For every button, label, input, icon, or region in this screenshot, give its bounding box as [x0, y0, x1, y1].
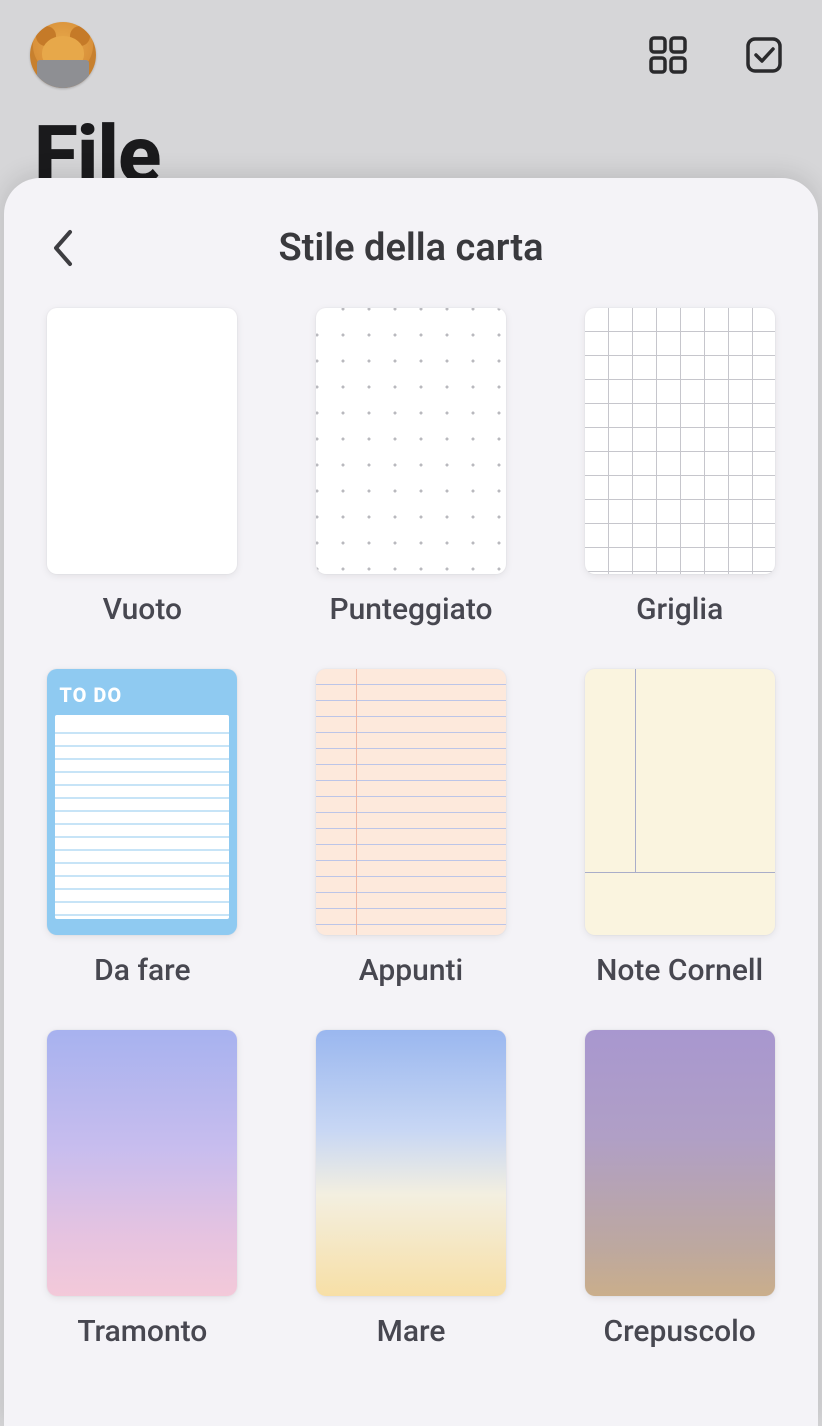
paper-style-sheet: Stile della carta Vuoto Punteggiato Grig… [4, 178, 818, 1426]
style-option-sunset[interactable]: Tramonto [38, 1030, 247, 1349]
style-label: Appunti [359, 953, 463, 988]
select-icon[interactable] [736, 27, 792, 83]
thumb-blank [47, 308, 237, 574]
style-label: Vuoto [103, 592, 182, 627]
style-label: Note Cornell [596, 953, 763, 988]
avatar[interactable] [30, 22, 96, 88]
style-option-cornell[interactable]: Note Cornell [575, 669, 784, 988]
style-option-grid[interactable]: Griglia [575, 308, 784, 627]
style-label: Crepuscolo [604, 1314, 756, 1349]
style-grid: Vuoto Punteggiato Griglia TO DO Da fare … [34, 308, 788, 1349]
style-label: Mare [377, 1314, 446, 1349]
style-option-sea[interactable]: Mare [307, 1030, 516, 1349]
thumb-todo: TO DO [47, 669, 237, 935]
grid-view-icon[interactable] [640, 27, 696, 83]
thumb-notes [316, 669, 506, 935]
sheet-header: Stile della carta [34, 212, 788, 284]
style-option-dusk[interactable]: Crepuscolo [575, 1030, 784, 1349]
style-label: Punteggiato [329, 592, 492, 627]
thumb-cornell [585, 669, 775, 935]
thumb-dotted [316, 308, 506, 574]
style-label: Da fare [94, 953, 190, 988]
top-bar [0, 0, 822, 110]
sheet-title: Stile della carta [278, 226, 543, 270]
back-button[interactable] [42, 226, 86, 270]
style-option-dotted[interactable]: Punteggiato [307, 308, 516, 627]
style-option-notes[interactable]: Appunti [307, 669, 516, 988]
thumb-sunset [47, 1030, 237, 1296]
style-option-todo[interactable]: TO DO Da fare [38, 669, 247, 988]
style-label: Tramonto [77, 1314, 207, 1349]
style-option-blank[interactable]: Vuoto [38, 308, 247, 627]
style-label: Griglia [636, 592, 723, 627]
thumb-grid [585, 308, 775, 574]
thumb-dusk [585, 1030, 775, 1296]
todo-header-text: TO DO [55, 677, 229, 715]
thumb-sea [316, 1030, 506, 1296]
